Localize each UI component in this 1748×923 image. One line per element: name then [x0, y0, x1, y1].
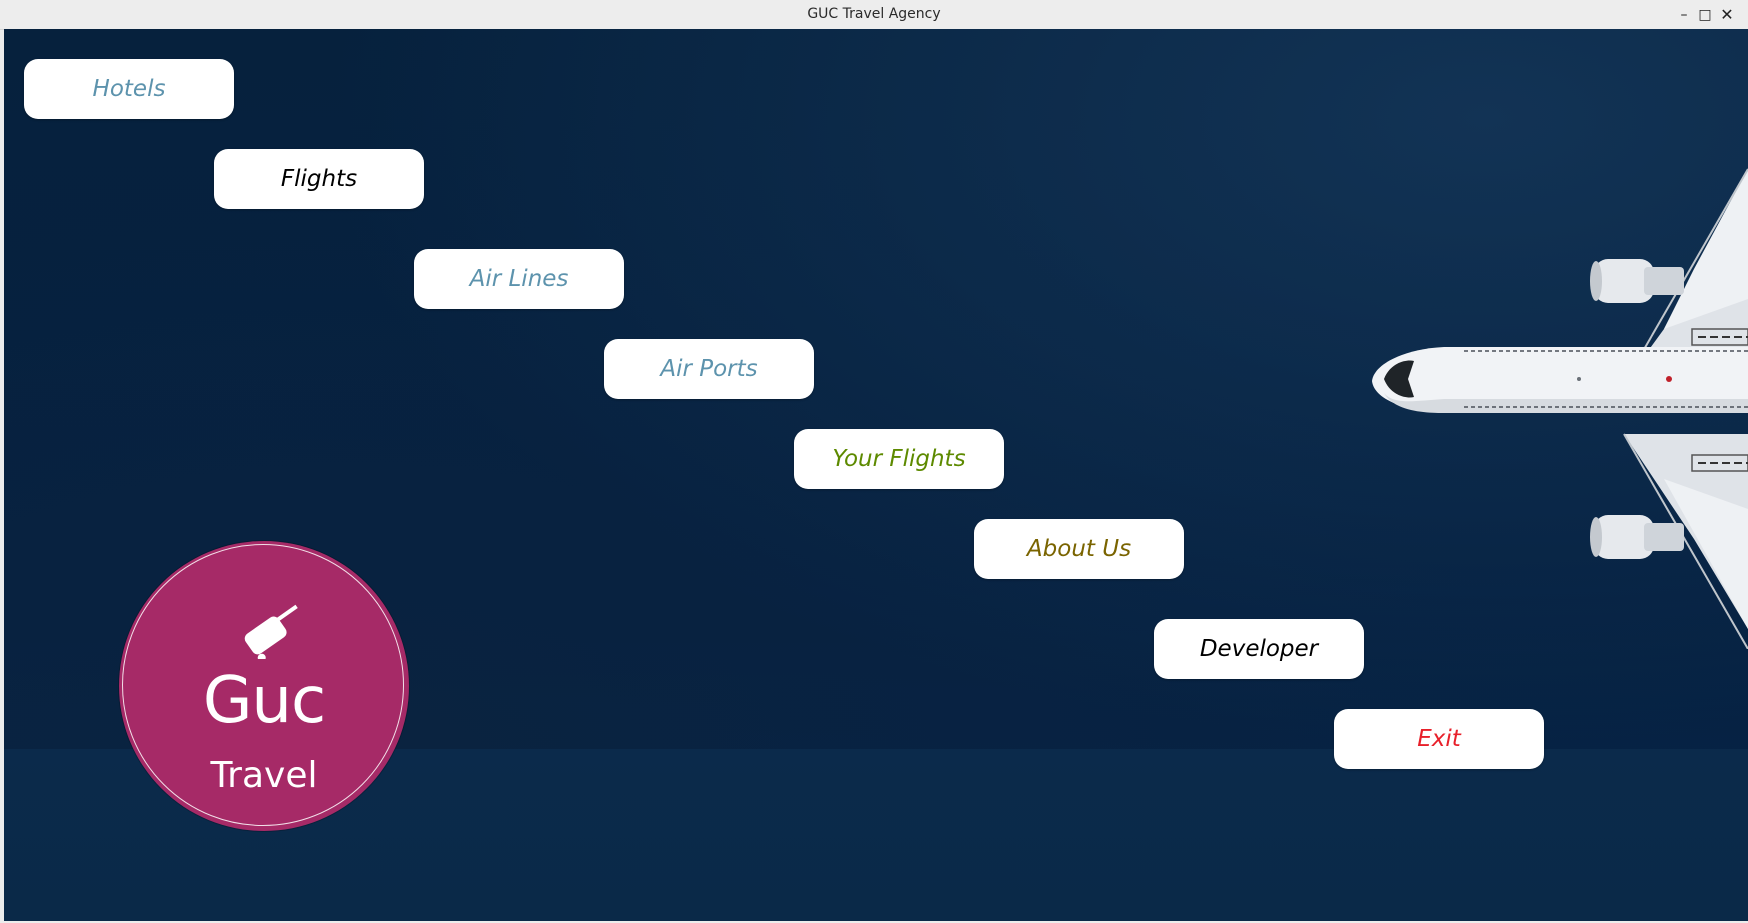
your-flights-button-label: Your Flights: [832, 446, 966, 472]
title-bar[interactable]: GUC Travel Agency – □ ✕: [0, 0, 1748, 30]
app-window: GUC Travel Agency – □ ✕ Hotels Flights A…: [0, 0, 1748, 923]
exit-button[interactable]: Exit: [1334, 709, 1544, 769]
background-canvas: Hotels Flights Air Lines Air Ports Your …: [4, 29, 1748, 921]
air-ports-button[interactable]: Air Ports: [604, 339, 814, 399]
developer-button-label: Developer: [1199, 636, 1319, 662]
your-flights-button[interactable]: Your Flights: [794, 429, 1004, 489]
maximize-icon[interactable]: □: [1695, 5, 1715, 25]
developer-button[interactable]: Developer: [1154, 619, 1364, 679]
air-lines-button-label: Air Lines: [469, 266, 569, 292]
air-lines-button[interactable]: Air Lines: [414, 249, 624, 309]
close-icon[interactable]: ✕: [1717, 5, 1737, 25]
window-title: GUC Travel Agency: [807, 6, 941, 22]
minimize-icon[interactable]: –: [1674, 5, 1694, 25]
about-us-button-label: About Us: [1026, 536, 1132, 562]
about-us-button[interactable]: About Us: [974, 519, 1184, 579]
hotels-button-label: Hotels: [92, 76, 166, 102]
flights-button[interactable]: Flights: [214, 149, 424, 209]
flights-button-label: Flights: [280, 166, 358, 192]
guc-travel-logo: Guc Travel: [119, 541, 409, 831]
airplane-image: [1372, 168, 1748, 649]
hotels-button[interactable]: Hotels: [24, 59, 234, 119]
air-ports-button-label: Air Ports: [660, 356, 758, 382]
logo-title: Guc: [202, 664, 326, 738]
suitcase-icon: [244, 604, 298, 659]
logo-subtitle: Travel: [210, 755, 318, 796]
exit-button-label: Exit: [1417, 726, 1461, 752]
